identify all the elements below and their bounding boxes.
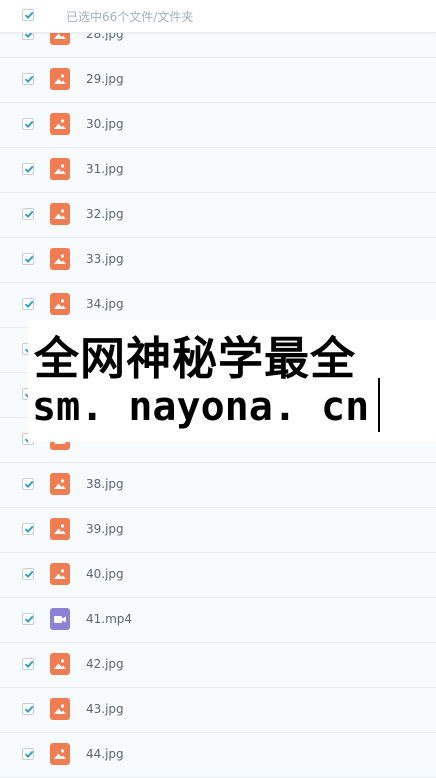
image-file-icon — [50, 68, 70, 90]
image-file-icon — [50, 293, 70, 315]
check-icon — [24, 480, 34, 489]
check-icon — [24, 570, 34, 579]
file-row[interactable]: 29.jpg — [0, 58, 436, 103]
file-row[interactable]: 43.jpg — [0, 688, 436, 733]
row-checkbox[interactable] — [22, 523, 34, 535]
text-cursor — [378, 378, 380, 432]
check-icon — [24, 705, 34, 714]
file-name[interactable]: 43.jpg — [86, 702, 124, 716]
check-icon — [24, 255, 34, 264]
image-file-icon — [50, 698, 70, 720]
row-checkbox[interactable] — [22, 163, 34, 175]
row-checkbox[interactable] — [22, 613, 34, 625]
video-file-icon — [50, 608, 70, 630]
image-file-icon — [50, 203, 70, 225]
image-file-icon — [50, 158, 70, 180]
image-file-icon — [50, 518, 70, 540]
row-checkbox[interactable] — [22, 703, 34, 715]
file-name[interactable]: 39.jpg — [86, 522, 124, 536]
image-file-icon — [50, 563, 70, 585]
check-icon — [24, 525, 34, 534]
file-row[interactable]: 44.jpg — [0, 733, 436, 778]
check-icon — [24, 750, 34, 759]
check-icon — [24, 120, 34, 129]
selection-count-text: 已选中66个文件/文件夹 — [66, 10, 194, 24]
file-name[interactable]: 40.jpg — [86, 567, 124, 581]
row-checkbox[interactable] — [22, 658, 34, 670]
row-checkbox[interactable] — [22, 118, 34, 130]
image-file-icon — [50, 248, 70, 270]
file-name[interactable]: 29.jpg — [86, 72, 124, 86]
file-name[interactable]: 34.jpg — [86, 297, 124, 311]
row-checkbox[interactable] — [22, 208, 34, 220]
file-name[interactable]: 38.jpg — [86, 477, 124, 491]
row-checkbox[interactable] — [22, 478, 34, 490]
check-icon — [24, 210, 34, 219]
file-name[interactable]: 30.jpg — [86, 117, 124, 131]
file-name[interactable]: 41.mp4 — [86, 612, 132, 626]
check-icon — [24, 165, 34, 174]
row-checkbox[interactable] — [22, 298, 34, 310]
check-icon — [24, 75, 34, 84]
image-file-icon — [50, 113, 70, 135]
file-row[interactable]: 31.jpg — [0, 148, 436, 193]
file-row[interactable]: 30.jpg — [0, 103, 436, 148]
file-row[interactable]: 38.jpg — [0, 463, 436, 508]
image-file-icon — [50, 653, 70, 675]
file-row[interactable]: 41.mp4 — [0, 598, 436, 643]
file-name[interactable]: 44.jpg — [86, 747, 124, 761]
file-name[interactable]: 32.jpg — [86, 207, 124, 221]
check-icon — [24, 615, 34, 624]
watermark-overlay: 全网神秘学最全 sm. nayona. cn — [28, 320, 436, 442]
watermark-url: sm. nayona. cn — [32, 384, 370, 430]
file-row[interactable]: 42.jpg — [0, 643, 436, 688]
file-row[interactable]: 32.jpg — [0, 193, 436, 238]
watermark-title: 全网神秘学最全 — [34, 332, 357, 385]
file-name[interactable]: 33.jpg — [86, 252, 124, 266]
file-name[interactable]: 31.jpg — [86, 162, 124, 176]
row-checkbox[interactable] — [22, 253, 34, 265]
file-row[interactable]: 39.jpg — [0, 508, 436, 553]
image-file-icon — [50, 743, 70, 765]
row-checkbox[interactable] — [22, 568, 34, 580]
check-icon — [24, 11, 34, 20]
file-row[interactable]: 40.jpg — [0, 553, 436, 598]
row-checkbox[interactable] — [22, 73, 34, 85]
file-name[interactable]: 42.jpg — [86, 657, 124, 671]
row-checkbox[interactable] — [22, 748, 34, 760]
image-file-icon — [50, 473, 70, 495]
file-row[interactable]: 33.jpg — [0, 238, 436, 283]
select-all-checkbox[interactable] — [22, 9, 34, 21]
check-icon — [24, 660, 34, 669]
selection-header: 已选中66个文件/文件夹 — [0, 0, 436, 33]
check-icon — [24, 300, 34, 309]
